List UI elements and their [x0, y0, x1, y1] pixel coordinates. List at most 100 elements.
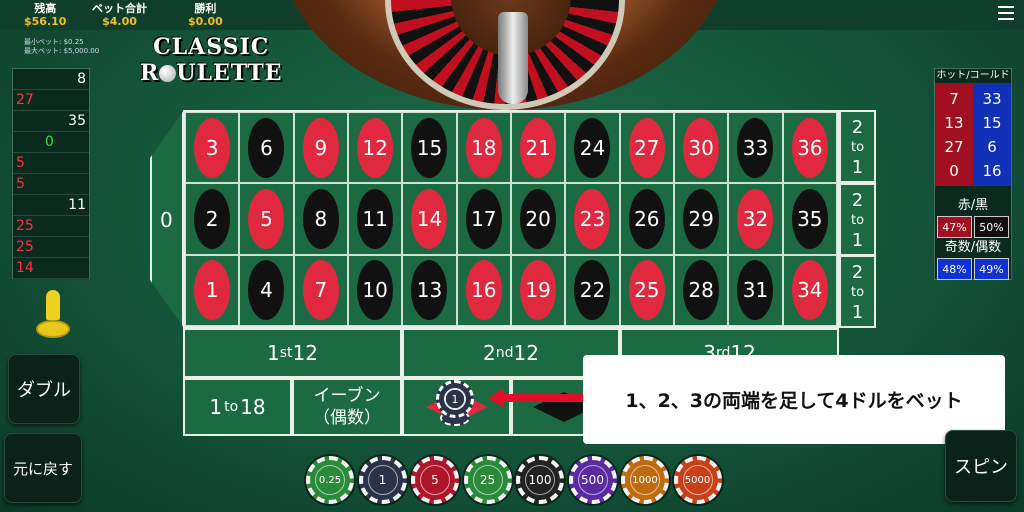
- number-5: 5: [248, 188, 285, 249]
- zero-cell[interactable]: 0: [150, 110, 184, 328]
- dozen-suffix: st: [279, 345, 293, 361]
- number-cell-10[interactable]: 10: [347, 254, 403, 326]
- number-cell-35[interactable]: 35: [782, 183, 837, 255]
- number-7: 7: [302, 260, 339, 321]
- number-cell-21[interactable]: 21: [510, 112, 566, 184]
- bet-limits: 最小ベット: $0.25 最大ベット: $5,000.00: [24, 38, 99, 56]
- number-cell-12[interactable]: 12: [347, 112, 403, 184]
- number-cell-26[interactable]: 26: [619, 183, 674, 255]
- low-c: 18: [240, 395, 266, 419]
- number-19: 19: [520, 260, 557, 321]
- number-32: 32: [737, 188, 774, 249]
- number-cell-5[interactable]: 5: [239, 183, 294, 255]
- chip-0.25[interactable]: 0.25: [306, 456, 354, 504]
- col-text-a: 2: [851, 190, 864, 211]
- chip-value: 5000: [682, 465, 713, 495]
- tutorial-tooltip: 1、2、3の両端を足して4ドルをベット: [583, 355, 1005, 444]
- win-value: $0.00: [188, 15, 223, 28]
- win-label: 勝利: [194, 2, 217, 15]
- number-cell-30[interactable]: 30: [673, 112, 729, 184]
- chip-100[interactable]: 100: [516, 456, 564, 504]
- column-bet-middle[interactable]: 2 to 1: [839, 183, 876, 256]
- bet-even[interactable]: イーブン （偶数）: [292, 378, 402, 436]
- number-29: 29: [683, 188, 720, 249]
- chip-25[interactable]: 25: [463, 456, 512, 504]
- low-b: to: [224, 399, 239, 415]
- number-cell-9[interactable]: 9: [293, 112, 348, 184]
- chip-5[interactable]: 5: [411, 456, 459, 504]
- column-bet-bottom[interactable]: 2 to 1: [839, 255, 876, 328]
- number-cell-31[interactable]: 31: [728, 254, 783, 326]
- history-entry: 14: [13, 258, 89, 279]
- number-cell-20[interactable]: 20: [510, 183, 566, 255]
- col-text-b: to: [850, 140, 865, 155]
- result-history: 8 27 35 0 5 5 11 25 25 14: [12, 68, 90, 279]
- number-cell-29[interactable]: 29: [673, 183, 729, 255]
- total-bet-value: $4.00: [102, 15, 137, 28]
- number-cell-8[interactable]: 8: [293, 183, 348, 255]
- double-button[interactable]: ダブル: [8, 354, 80, 424]
- number-cell-32[interactable]: 32: [728, 183, 783, 255]
- dozen-1st-12[interactable]: 1st 12: [183, 328, 402, 378]
- number-34: 34: [791, 260, 828, 321]
- number-cell-3[interactable]: 3: [185, 112, 240, 184]
- chip-500[interactable]: 500: [568, 456, 617, 504]
- hot-cold-title: ホット/コールド: [936, 70, 1010, 81]
- col-text-a: 2: [851, 262, 864, 283]
- number-cell-6[interactable]: 6: [239, 112, 294, 184]
- hot-number: 7: [949, 90, 959, 108]
- dozen-12: 12: [513, 341, 539, 365]
- col-text-c: 1: [851, 302, 864, 323]
- number-cell-33[interactable]: 33: [728, 112, 783, 184]
- number-cell-27[interactable]: 27: [619, 112, 674, 184]
- number-cell-11[interactable]: 11: [347, 183, 403, 255]
- history-entry: 25: [13, 237, 89, 258]
- placed-chip-value: 1: [451, 392, 459, 406]
- number-20: 20: [520, 188, 557, 249]
- chip-value: 500: [577, 465, 608, 495]
- number-cell-22[interactable]: 22: [565, 254, 620, 326]
- chip-1000[interactable]: 1000: [621, 456, 669, 504]
- placed-chip[interactable]: 1: [436, 380, 474, 418]
- undo-button[interactable]: 元に戻す: [4, 433, 82, 503]
- logo-ulette: ULETTE: [176, 60, 283, 86]
- trophy-icon[interactable]: [36, 290, 70, 342]
- low-a: 1: [209, 395, 223, 419]
- cold-number: 6: [987, 138, 997, 156]
- number-cell-13[interactable]: 13: [402, 254, 457, 326]
- number-cell-15[interactable]: 15: [402, 112, 457, 184]
- number-cell-16[interactable]: 16: [456, 254, 511, 326]
- number-cell-1[interactable]: 1: [185, 254, 240, 326]
- number-cell-36[interactable]: 36: [782, 112, 837, 184]
- number-cell-7[interactable]: 7: [293, 254, 348, 326]
- balance-value: $56.10: [24, 15, 67, 28]
- number-15: 15: [411, 117, 448, 178]
- number-27: 27: [628, 117, 665, 178]
- number-cell-2[interactable]: 2: [185, 183, 240, 255]
- spin-button[interactable]: スピン: [945, 430, 1017, 502]
- number-cell-28[interactable]: 28: [673, 254, 729, 326]
- bet-1-to-18[interactable]: 1 to 18: [183, 378, 292, 436]
- number-cell-34[interactable]: 34: [782, 254, 837, 326]
- hamburger-menu-icon[interactable]: [998, 6, 1014, 20]
- chip-1[interactable]: 1: [358, 456, 407, 504]
- number-cell-18[interactable]: 18: [456, 112, 511, 184]
- balance-display: 残高 $56.10: [24, 2, 66, 28]
- number-cell-24[interactable]: 24: [565, 112, 620, 184]
- number-cell-17[interactable]: 17: [456, 183, 511, 255]
- number-13: 13: [411, 260, 448, 321]
- number-cell-14[interactable]: 14: [402, 183, 457, 255]
- red-pct: 47%: [937, 216, 972, 238]
- chip-5000[interactable]: 5000: [673, 456, 722, 504]
- red-black-title: 赤/黒: [957, 198, 989, 213]
- number-2: 2: [194, 188, 231, 249]
- odd-even-pct: 48% 49%: [935, 258, 1011, 280]
- chip-value: 0.25: [315, 465, 345, 495]
- number-cell-4[interactable]: 4: [239, 254, 294, 326]
- history-entry: 0: [13, 132, 89, 153]
- number-cell-19[interactable]: 19: [510, 254, 566, 326]
- number-grid: 3 6 9 12 15 18 21 24 27 30 33 36 2 5 8 11 14 17 20 23 26 29 32…: [183, 110, 839, 328]
- number-cell-25[interactable]: 25: [619, 254, 674, 326]
- column-bet-top[interactable]: 2 to 1: [839, 110, 876, 183]
- number-cell-23[interactable]: 23: [565, 183, 620, 255]
